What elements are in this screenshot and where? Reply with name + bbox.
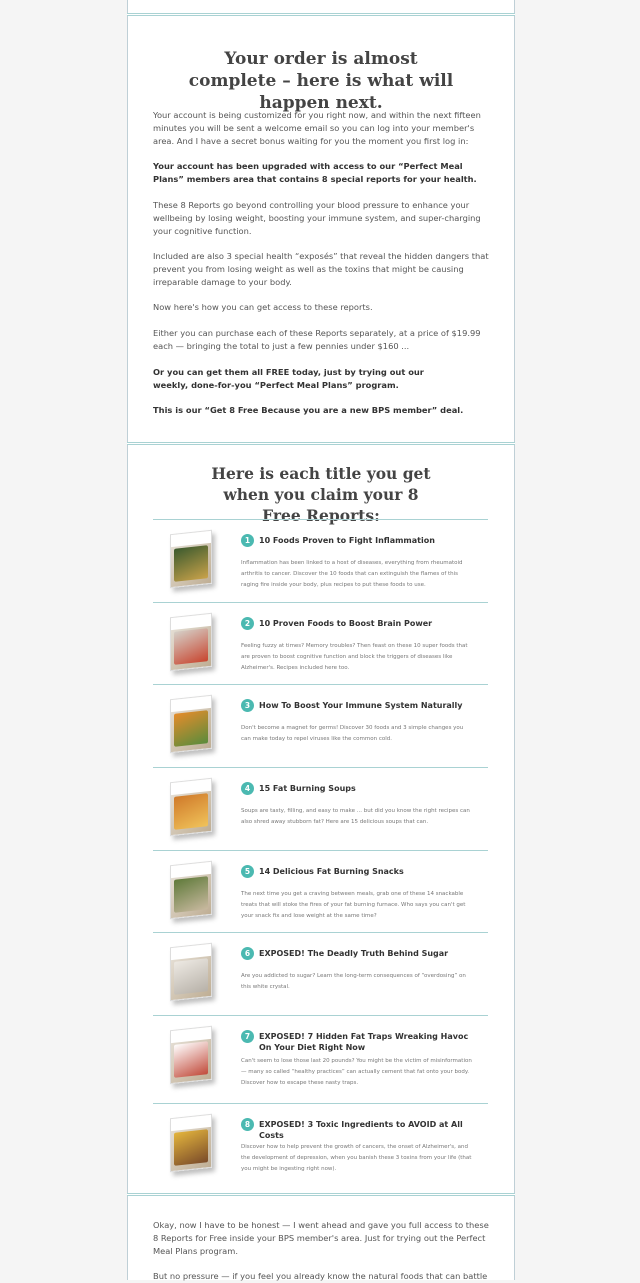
order-paragraph: Either you can purchase each of these Re… xyxy=(153,328,481,351)
section-divider xyxy=(127,13,515,16)
reports-headline: Here is each title you get when you clai… xyxy=(211,464,431,525)
report-description: Don't become a magnet for germs! Discove… xyxy=(241,725,464,742)
report-number-badge: 7 xyxy=(241,1030,254,1043)
report-title: 10 Foods Proven to Fight Inflammation xyxy=(259,536,435,545)
report-list-end-divider xyxy=(153,1193,488,1194)
report-title: 10 Proven Foods to Boost Brain Power xyxy=(259,619,433,628)
report-description: Feeling fuzzy at times? Memory troubles?… xyxy=(241,643,468,671)
report-item: 6 EXPOSED! The Deadly Truth Behind Sugar A… xyxy=(153,932,488,1016)
report-cover-image xyxy=(170,942,224,1003)
report-item: 4 15 Fat Burning Soups Soups are tasty, fi… xyxy=(153,767,488,851)
report-description: Can't seem to lose those last 20 pounds?… xyxy=(241,1058,472,1086)
report-description: Soups are tasty, filling, and easy to ma… xyxy=(241,808,470,825)
report-title: EXPOSED! 3 Toxic Ingredients to AVOID at… xyxy=(259,1120,463,1140)
report-title: EXPOSED! 7 Hidden Fat Traps Wreaking Hav… xyxy=(259,1032,469,1052)
report-description: Discover how to help prevent the growth … xyxy=(241,1144,472,1172)
report-number-badge: 3 xyxy=(241,699,254,712)
report-cover-image xyxy=(170,860,224,921)
order-paragraph-bold: This is our “Get 8 Free Because you are … xyxy=(153,405,464,415)
order-paragraph: Your account is being customized for you… xyxy=(153,110,481,146)
report-cover-image xyxy=(170,1025,224,1086)
report-number-badge: 6 xyxy=(241,947,254,960)
section-divider xyxy=(127,442,515,445)
report-cover-image xyxy=(170,612,224,673)
order-paragraph: Included are also 3 special health “expo… xyxy=(153,251,489,287)
report-number-badge: 5 xyxy=(241,865,254,878)
report-cover-image xyxy=(170,777,224,838)
report-description: Are you addicted to sugar? Learn the lon… xyxy=(241,973,466,990)
report-item: 2 10 Proven Foods to Boost Brain Power Fee… xyxy=(153,602,488,685)
report-description: The next time you get a craving between … xyxy=(241,891,466,919)
report-number-badge: 8 xyxy=(241,1118,254,1131)
report-cover-image xyxy=(170,1113,224,1174)
report-title: EXPOSED! The Deadly Truth Behind Sugar xyxy=(259,949,449,958)
reports-headline-wrap: Here is each title you get when you clai… xyxy=(127,463,515,526)
report-cover-image xyxy=(170,529,224,590)
honest-paragraph: But no pressure — if you feel you alread… xyxy=(153,1271,488,1281)
report-item: 8 EXPOSED! 3 Toxic Ingredients to AVOID a… xyxy=(153,1103,488,1194)
report-title: 15 Fat Burning Soups xyxy=(259,784,356,793)
report-cover-image xyxy=(170,694,224,755)
report-item: 7 EXPOSED! 7 Hidden Fat Traps Wreaking Ha… xyxy=(153,1015,488,1104)
report-title: 14 Delicious Fat Burning Snacks xyxy=(259,867,404,876)
order-paragraph: These 8 Reports go beyond controlling yo… xyxy=(153,200,481,236)
order-paragraph-bold: Or you can get them all FREE today, just… xyxy=(153,367,424,390)
report-item: 3 How To Boost Your Immune System Natural… xyxy=(153,684,488,768)
report-number-badge: 2 xyxy=(241,617,254,630)
report-number-badge: 4 xyxy=(241,782,254,795)
report-description: Inflammation has been linked to a host o… xyxy=(241,560,463,588)
report-title: How To Boost Your Immune System Naturall… xyxy=(259,701,463,710)
order-paragraph-bold: Your account has been upgraded with acce… xyxy=(153,161,477,184)
report-number-badge: 1 xyxy=(241,534,254,547)
order-paragraph: Now here's how you can get access to the… xyxy=(153,302,373,312)
honest-paragraph: Okay, now I have to be honest — I went a… xyxy=(153,1220,489,1256)
report-item: 1 10 Foods Proven to Fight Inflammation In… xyxy=(153,519,488,603)
order-headline: Your order is almost complete – here is … xyxy=(188,49,454,113)
report-item: 5 14 Delicious Fat Burning Snacks The next… xyxy=(153,850,488,933)
